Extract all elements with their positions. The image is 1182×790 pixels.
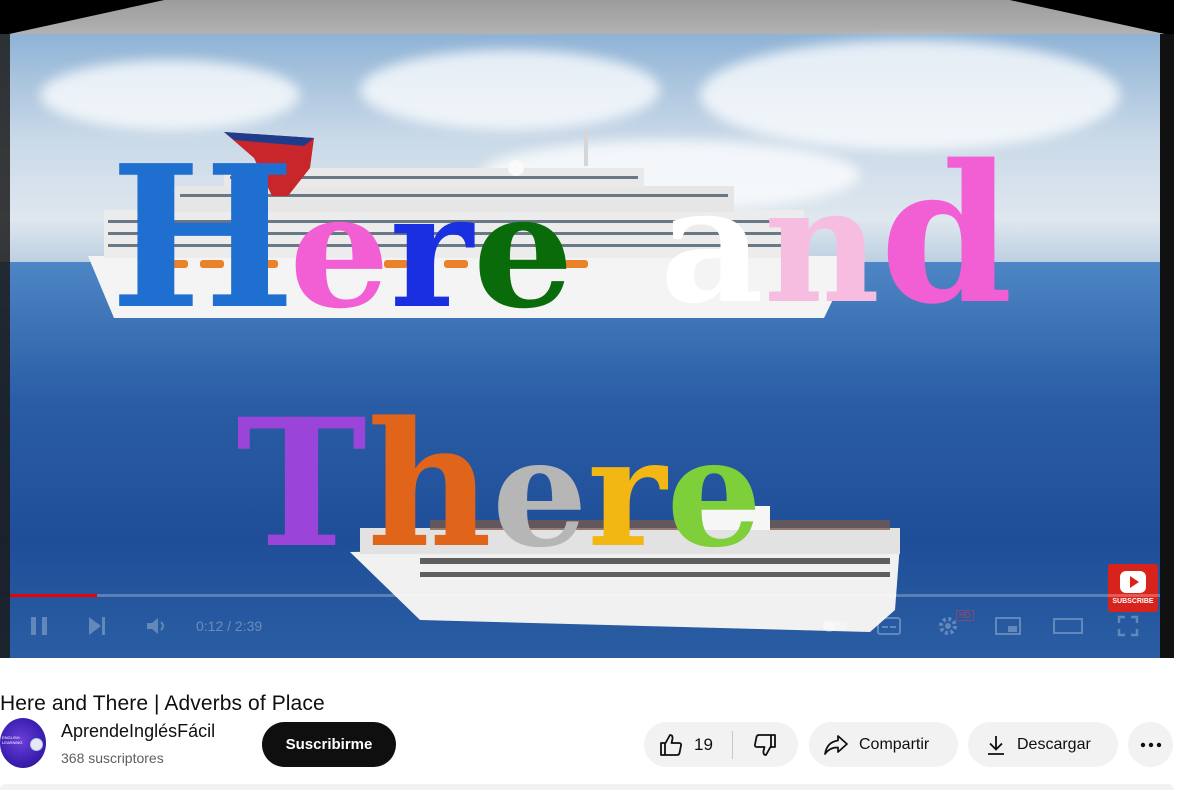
fullscreen-icon[interactable] — [1116, 614, 1140, 645]
theater-mode-icon[interactable] — [1052, 614, 1084, 645]
thumbs-down-icon — [754, 733, 776, 756]
download-label: Descargar — [1017, 735, 1091, 753]
autoplay-toggle-icon[interactable] — [822, 614, 848, 645]
download-button[interactable]: Descargar — [968, 722, 1118, 767]
description-box-top — [0, 784, 1174, 790]
youtube-play-icon — [1120, 571, 1146, 593]
more-horizontal-icon — [1140, 742, 1161, 747]
more-actions-button[interactable] — [1128, 722, 1173, 767]
overlay-letter: r — [389, 159, 473, 344]
overlay-letter: d — [880, 123, 1013, 346]
video-frame: Here and There — [0, 0, 1174, 658]
subscriber-count: 368 suscriptores — [61, 750, 164, 766]
cloud — [360, 50, 660, 130]
subtitles-icon[interactable] — [876, 614, 902, 645]
player-controls: 0:12 / 2:39 — [0, 608, 1174, 648]
overlay-title-line1: Here — [110, 140, 574, 336]
overlay-letter: a — [660, 151, 764, 339]
like-button[interactable]: 19 — [644, 722, 732, 767]
subscribe-watermark[interactable]: SUBSCRIBE — [1108, 564, 1158, 612]
overlay-letter: h — [366, 383, 493, 586]
video-title: Here and There | Adverbs of Place — [0, 692, 325, 716]
volume-icon[interactable] — [144, 614, 168, 645]
overlay-letter: n — [763, 151, 880, 339]
pause-icon[interactable] — [28, 614, 50, 645]
frame-right-edge — [1160, 34, 1174, 658]
like-count: 19 — [694, 734, 713, 754]
download-icon — [988, 735, 1004, 755]
overlay-letter: e — [492, 405, 588, 581]
thumbs-up-icon — [660, 733, 682, 756]
miniplayer-icon[interactable] — [994, 614, 1022, 645]
share-label: Compartir — [859, 735, 930, 753]
overlay-letter: e — [472, 159, 574, 344]
video-player[interactable]: Here and There SUBSCRIBE 0:12 / 2:39 HD — [0, 0, 1174, 658]
like-dislike-group: 19 — [644, 722, 798, 767]
time-display: 0:12 / 2:39 — [196, 618, 263, 634]
channel-avatar[interactable]: ENGLISH LEARNING — [0, 718, 46, 768]
dislike-button[interactable] — [733, 722, 797, 767]
overlay-title-line1-second-word: and — [660, 140, 1013, 330]
progress-bar-fill — [10, 594, 98, 597]
overlay-letter: e — [666, 405, 762, 581]
avatar-text: ENGLISH LEARNING — [2, 735, 23, 745]
frame-top-edge — [0, 0, 1174, 36]
frame-left-edge — [0, 34, 10, 658]
subscribe-button[interactable]: Suscribirme — [262, 722, 396, 767]
next-icon[interactable] — [86, 614, 108, 645]
overlay-letter: r — [587, 405, 667, 581]
flag-icon — [30, 738, 43, 751]
progress-bar[interactable] — [10, 594, 1160, 597]
hd-badge: HD — [956, 610, 974, 621]
channel-name[interactable]: AprendeInglésFácil — [61, 721, 215, 742]
overlay-title-line2: There — [236, 396, 762, 572]
overlay-letter: T — [236, 380, 367, 587]
share-arrow-icon — [824, 734, 848, 755]
overlay-letter: H — [110, 123, 296, 353]
subscribe-watermark-label: SUBSCRIBE — [1112, 598, 1154, 605]
share-button[interactable]: Compartir — [809, 722, 958, 767]
overlay-letter: e — [289, 159, 390, 344]
cloud — [40, 60, 300, 130]
